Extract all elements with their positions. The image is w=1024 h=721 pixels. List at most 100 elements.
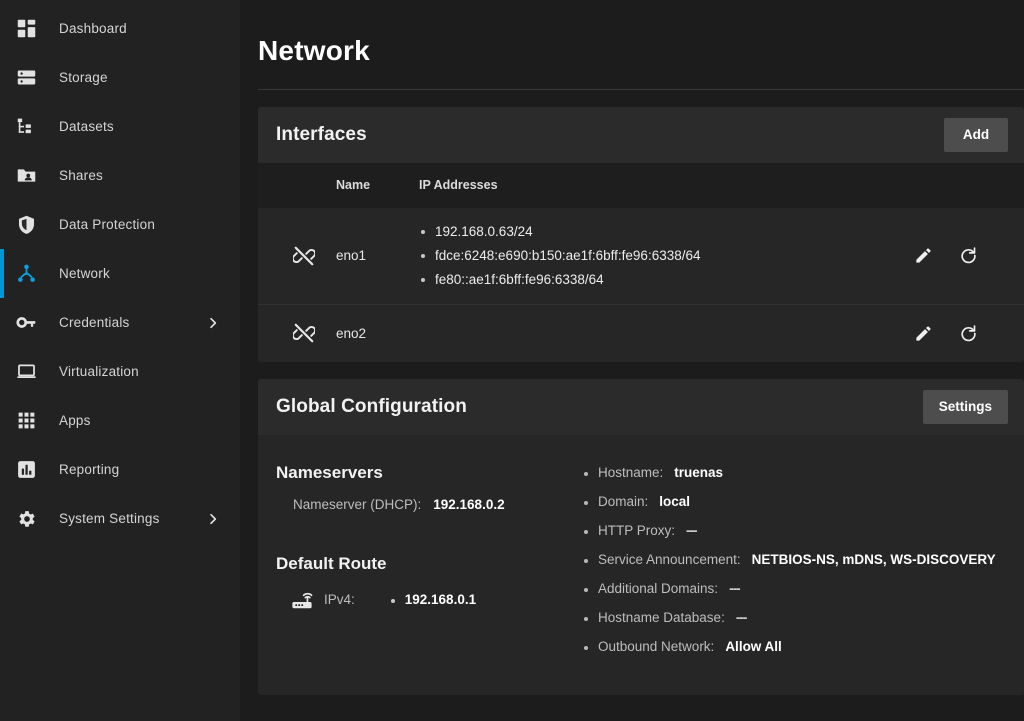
global-configuration-details: Hostname: truenas Domain: local HTTP Pro… [584, 465, 1024, 654]
add-interface-button[interactable]: Add [944, 118, 1008, 152]
nameserver-label: Nameserver (DHCP): [293, 497, 421, 512]
reset-icon[interactable] [957, 244, 980, 267]
detail-value: NETBIOS-NS, mDNS, WS-DISCOVERY [752, 552, 996, 567]
column-header-name: Name [336, 178, 419, 192]
sidebar-item-data-protection[interactable]: Data Protection [0, 200, 240, 249]
chevron-right-icon[interactable] [206, 512, 220, 526]
sidebar-item-virtualization[interactable]: Virtualization [0, 347, 240, 396]
storage-icon [11, 67, 41, 88]
detail-row-hostname: Hostname: truenas [584, 465, 1024, 480]
link-off-icon [258, 245, 336, 267]
shield-icon [11, 214, 41, 235]
detail-label: Service Announcement: [598, 552, 741, 567]
active-indicator [0, 249, 4, 298]
column-header-ip-addresses: IP Addresses [419, 178, 906, 192]
sidebar-item-storage[interactable]: Storage [0, 53, 240, 102]
sidebar-item-credentials[interactable]: Credentials [0, 298, 240, 347]
row-actions [906, 322, 1024, 345]
global-configuration-title: Global Configuration [276, 396, 467, 418]
active-indicator [0, 102, 4, 151]
sidebar-item-label: Dashboard [59, 21, 127, 36]
active-indicator [0, 200, 4, 249]
default-route-row: IPv4: 192.168.0.1 [276, 588, 584, 612]
sidebar-item-label: Network [59, 266, 110, 281]
sidebar: Dashboard Storage Datasets [0, 0, 240, 721]
nameserver-row: Nameserver (DHCP): 192.168.0.2 [276, 497, 584, 512]
settings-button[interactable]: Settings [923, 390, 1008, 424]
detail-label: Hostname Database: [598, 610, 725, 625]
interfaces-table-header: Name IP Addresses [258, 163, 1024, 208]
page-header: Network [240, 0, 1024, 90]
active-indicator [0, 298, 4, 347]
sidebar-item-label: Credentials [59, 315, 130, 330]
apps-grid-icon [11, 410, 41, 431]
sidebar-item-apps[interactable]: Apps [0, 396, 240, 445]
page-title: Network [258, 36, 1024, 67]
detail-value: --- [736, 610, 747, 625]
reset-icon[interactable] [957, 322, 980, 345]
detail-value: Allow All [725, 639, 782, 654]
ip-address-item: fdce:6248:e690:b150:ae1f:6bff:fe96:6338/… [419, 244, 896, 268]
sidebar-item-label: Apps [59, 413, 91, 428]
sidebar-item-reporting[interactable]: Reporting [0, 445, 240, 494]
active-indicator [0, 151, 4, 200]
sidebar-item-label: Data Protection [59, 217, 155, 232]
key-icon [11, 312, 41, 333]
default-route-values: 192.168.0.1 [389, 592, 476, 607]
laptop-icon [11, 361, 41, 382]
active-indicator [0, 53, 4, 102]
detail-label: HTTP Proxy: [598, 523, 675, 538]
default-route-value: 192.168.0.1 [389, 592, 476, 607]
sidebar-item-label: Shares [59, 168, 103, 183]
table-row[interactable]: eno2 [258, 305, 1024, 362]
detail-label: Domain: [598, 494, 648, 509]
active-indicator [0, 494, 4, 543]
chevron-right-icon[interactable] [206, 316, 220, 330]
global-configuration-card-header: Global Configuration Settings [258, 379, 1024, 435]
sidebar-item-system-settings[interactable]: System Settings [0, 494, 240, 543]
sidebar-item-label: Virtualization [59, 364, 139, 379]
detail-label: Additional Domains: [598, 581, 718, 596]
active-indicator [0, 396, 4, 445]
sidebar-item-shares[interactable]: Shares [0, 151, 240, 200]
ip-address-item: fe80::ae1f:6bff:fe96:6338/64 [419, 268, 896, 292]
sidebar-item-label: Reporting [59, 462, 119, 477]
edit-icon[interactable] [912, 244, 935, 267]
network-hub-icon [11, 263, 41, 284]
ip-address-item: 192.168.0.63/24 [419, 220, 896, 244]
interfaces-card-header: Interfaces Add [258, 107, 1024, 163]
row-actions [906, 244, 1024, 267]
active-indicator [0, 347, 4, 396]
nameservers-heading: Nameservers [276, 463, 584, 483]
global-configuration-right-column: Hostname: truenas Domain: local HTTP Pro… [584, 453, 1024, 677]
interfaces-card: Interfaces Add Name IP Addresses [258, 107, 1024, 362]
detail-row-hostname-database: Hostname Database: --- [584, 610, 1024, 625]
sidebar-item-label: Datasets [59, 119, 114, 134]
active-indicator [0, 4, 4, 53]
sidebar-item-label: System Settings [59, 511, 160, 526]
app-root: Dashboard Storage Datasets [0, 0, 1024, 721]
interface-name: eno1 [336, 248, 419, 263]
detail-value: --- [729, 581, 740, 596]
default-route-heading: Default Route [276, 554, 584, 574]
main-content: Network Interfaces Add Name IP Addresses [240, 0, 1024, 721]
sidebar-item-label: Storage [59, 70, 108, 85]
detail-label: Hostname: [598, 465, 663, 480]
sidebar-item-dashboard[interactable]: Dashboard [0, 4, 240, 53]
active-indicator [0, 445, 4, 494]
nameserver-value: 192.168.0.2 [433, 497, 504, 512]
router-icon [290, 588, 314, 612]
edit-icon[interactable] [912, 322, 935, 345]
global-configuration-body: Nameservers Nameserver (DHCP): 192.168.0… [258, 435, 1024, 695]
detail-value: local [659, 494, 690, 509]
detail-row-additional-domains: Additional Domains: --- [584, 581, 1024, 596]
default-route-label: IPv4: [324, 592, 355, 607]
detail-row-domain: Domain: local [584, 494, 1024, 509]
sidebar-item-network[interactable]: Network [0, 249, 240, 298]
interface-name: eno2 [336, 326, 419, 341]
table-row[interactable]: eno1 192.168.0.63/24 fdce:6248:e690:b150… [258, 208, 1024, 305]
shares-icon [11, 165, 41, 186]
detail-value: --- [686, 523, 697, 538]
sidebar-item-datasets[interactable]: Datasets [0, 102, 240, 151]
interface-ip-addresses: 192.168.0.63/24 fdce:6248:e690:b150:ae1f… [419, 220, 906, 292]
